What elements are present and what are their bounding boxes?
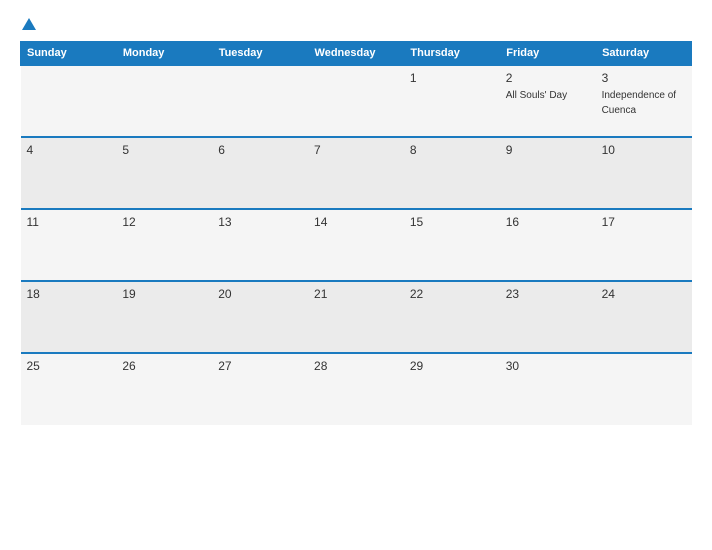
event-label: All Souls' Day (506, 90, 567, 101)
day-number: 14 (314, 215, 398, 229)
day-number: 20 (218, 287, 302, 301)
col-header-friday: Friday (500, 42, 596, 66)
day-number: 27 (218, 359, 302, 373)
calendar-cell: 1 (404, 65, 500, 137)
calendar-cell (212, 65, 308, 137)
calendar-page: SundayMondayTuesdayWednesdayThursdayFrid… (0, 0, 712, 550)
day-number: 19 (122, 287, 206, 301)
day-number: 16 (506, 215, 590, 229)
calendar-cell: 13 (212, 209, 308, 281)
calendar-week-row: 25 26 27 28 29 30 (21, 353, 692, 425)
day-number: 2 (506, 71, 590, 85)
calendar-cell: 26 (116, 353, 212, 425)
day-number: 3 (602, 71, 686, 85)
calendar-week-row: 456789 10 (21, 137, 692, 209)
calendar-cell: 24 (596, 281, 692, 353)
calendar-cell: 7 (308, 137, 404, 209)
calendar-cell: 30 (500, 353, 596, 425)
day-number: 18 (27, 287, 111, 301)
calendar-cell: 19 (116, 281, 212, 353)
day-number: 15 (410, 215, 494, 229)
calendar-cell (116, 65, 212, 137)
calendar-header-row: SundayMondayTuesdayWednesdayThursdayFrid… (21, 42, 692, 66)
calendar-cell: 27 (212, 353, 308, 425)
day-number: 5 (122, 143, 206, 157)
col-header-wednesday: Wednesday (308, 42, 404, 66)
calendar-cell: 5 (116, 137, 212, 209)
calendar-week-row: 11 12 13 14 15 16 17 (21, 209, 692, 281)
day-number: 30 (506, 359, 590, 373)
day-number: 4 (27, 143, 111, 157)
day-number: 21 (314, 287, 398, 301)
day-number: 24 (602, 287, 686, 301)
day-number: 26 (122, 359, 206, 373)
col-header-thursday: Thursday (404, 42, 500, 66)
day-number: 9 (506, 143, 590, 157)
calendar-cell: 12 (116, 209, 212, 281)
calendar-cell: 4 (21, 137, 117, 209)
day-number: 12 (122, 215, 206, 229)
calendar-cell: 21 (308, 281, 404, 353)
calendar-cell: 17 (596, 209, 692, 281)
day-number: 17 (602, 215, 686, 229)
day-number: 11 (27, 215, 111, 229)
col-header-saturday: Saturday (596, 42, 692, 66)
logo (20, 18, 36, 31)
calendar-week-row: 18 19 20 21 22 23 24 (21, 281, 692, 353)
calendar-cell (308, 65, 404, 137)
calendar-cell: 10 (596, 137, 692, 209)
calendar-cell: 8 (404, 137, 500, 209)
day-number: 13 (218, 215, 302, 229)
event-label: Independence of Cuenca (602, 90, 677, 116)
calendar-cell: 23 (500, 281, 596, 353)
calendar-cell: 14 (308, 209, 404, 281)
col-header-sunday: Sunday (21, 42, 117, 66)
day-number: 1 (410, 71, 494, 85)
calendar-cell: 16 (500, 209, 596, 281)
day-number: 10 (602, 143, 686, 157)
calendar-cell: 18 (21, 281, 117, 353)
day-number: 23 (506, 287, 590, 301)
calendar-cell: 2 All Souls' Day (500, 65, 596, 137)
day-number: 22 (410, 287, 494, 301)
logo-triangle-icon (22, 18, 36, 30)
calendar-cell: 20 (212, 281, 308, 353)
calendar-cell (596, 353, 692, 425)
day-number: 7 (314, 143, 398, 157)
calendar-cell (21, 65, 117, 137)
calendar-week-row: 12 All Souls' Day 3 Independence of Cuenca (21, 65, 692, 137)
day-number: 29 (410, 359, 494, 373)
calendar-cell: 9 (500, 137, 596, 209)
calendar-cell: 11 (21, 209, 117, 281)
col-header-tuesday: Tuesday (212, 42, 308, 66)
calendar-cell: 22 (404, 281, 500, 353)
header (20, 18, 692, 31)
calendar-cell: 15 (404, 209, 500, 281)
day-number: 28 (314, 359, 398, 373)
day-number: 8 (410, 143, 494, 157)
calendar-table: SundayMondayTuesdayWednesdayThursdayFrid… (20, 41, 692, 425)
calendar-cell: 3 Independence of Cuenca (596, 65, 692, 137)
calendar-cell: 25 (21, 353, 117, 425)
logo-blue-text (20, 18, 36, 31)
col-header-monday: Monday (116, 42, 212, 66)
day-number: 6 (218, 143, 302, 157)
day-number: 25 (27, 359, 111, 373)
calendar-cell: 28 (308, 353, 404, 425)
calendar-cell: 6 (212, 137, 308, 209)
calendar-cell: 29 (404, 353, 500, 425)
